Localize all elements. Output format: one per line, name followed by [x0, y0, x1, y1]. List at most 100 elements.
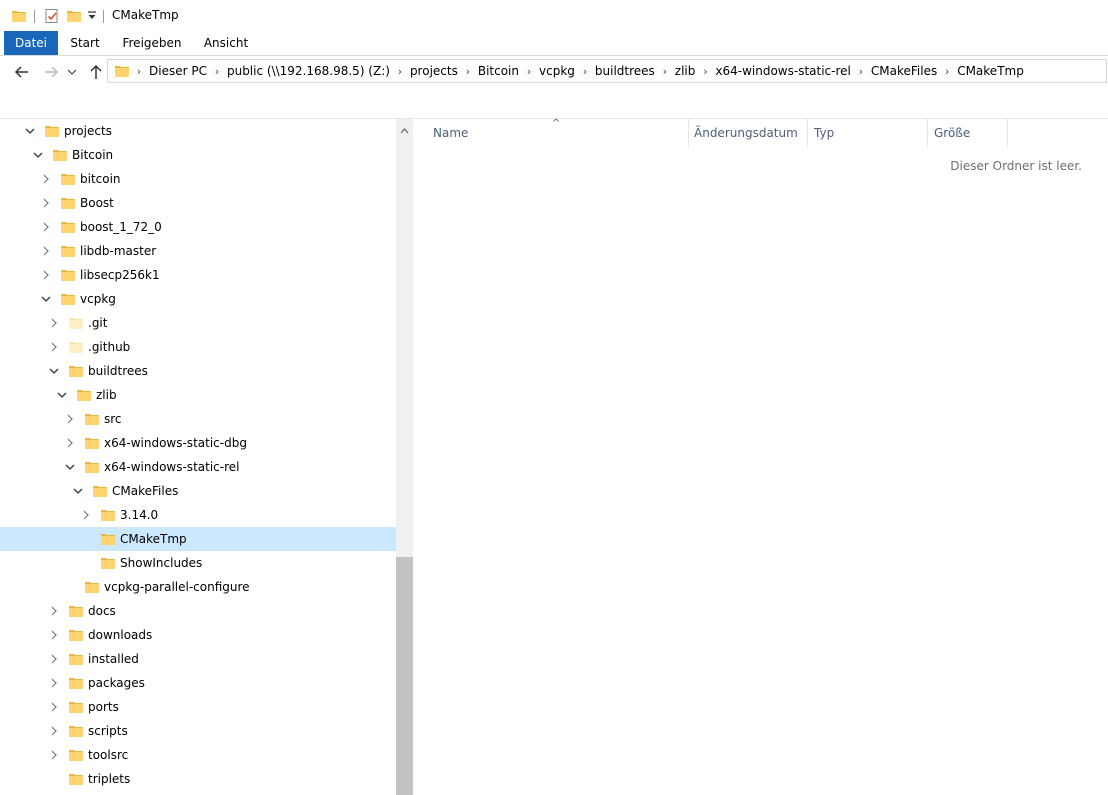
breadcrumb-separator-icon[interactable]: ›	[854, 65, 868, 78]
tree-item[interactable]: scripts	[0, 719, 396, 743]
chevron-right-icon[interactable]	[46, 743, 62, 767]
tree-item-label: downloads	[88, 628, 153, 642]
tree-item[interactable]: toolsrc	[0, 743, 396, 767]
tree-item[interactable]: docs	[0, 599, 396, 623]
chevron-down-icon[interactable]	[38, 287, 54, 311]
tab-freigeben[interactable]: Freigeben	[116, 31, 188, 55]
tree-item[interactable]: projects	[0, 119, 396, 143]
folder-icon	[100, 531, 116, 547]
forward-arrow-icon[interactable]	[41, 62, 61, 82]
tree-item[interactable]: src	[0, 407, 396, 431]
chevron-down-icon[interactable]	[22, 119, 38, 143]
tree-item[interactable]: zlib	[0, 383, 396, 407]
chevron-right-icon[interactable]	[46, 695, 62, 719]
tree-item-label: ports	[88, 700, 119, 714]
chevron-down-icon[interactable]	[54, 383, 70, 407]
breadcrumb-separator-icon[interactable]: ›	[578, 65, 592, 78]
breadcrumb-separator-icon[interactable]: ›	[461, 65, 475, 78]
tree-item[interactable]: installed	[0, 647, 396, 671]
navigation-scrollbar[interactable]	[396, 119, 413, 795]
tree-item[interactable]: 3.14.0	[0, 503, 396, 527]
address-bar[interactable]: › Dieser PC › public (\\192.168.98.5) (Z:) ›…	[107, 59, 1107, 83]
tree-item-label: Bitcoin	[72, 148, 114, 162]
breadcrumb-separator-icon[interactable]: ›	[393, 65, 407, 78]
breadcrumb-item[interactable]: Bitcoin	[475, 64, 522, 78]
chevron-down-icon[interactable]	[62, 455, 78, 479]
tree-item[interactable]: vcpkg-parallel-configure	[0, 575, 396, 599]
chevron-right-icon[interactable]	[46, 623, 62, 647]
chevron-right-icon[interactable]	[46, 647, 62, 671]
tree-item[interactable]: bitcoin	[0, 167, 396, 191]
tree-item[interactable]: libsecp256k1	[0, 263, 396, 287]
navigation-pane: projects Bitcoin bitcoin Boost boost_1_72_0 l…	[0, 119, 396, 795]
tree-item[interactable]: x64-windows-static-rel	[0, 455, 396, 479]
tree-item[interactable]: .git	[0, 311, 396, 335]
chevron-right-icon[interactable]	[62, 407, 78, 431]
breadcrumb-separator-icon[interactable]: ›	[658, 65, 672, 78]
breadcrumb-item[interactable]: projects	[407, 64, 461, 78]
chevron-right-icon[interactable]	[38, 239, 54, 263]
breadcrumb-item[interactable]: buildtrees	[592, 64, 658, 78]
breadcrumb-item[interactable]: Dieser PC	[146, 64, 210, 78]
chevron-right-icon[interactable]	[38, 263, 54, 287]
tree-item[interactable]: packages	[0, 671, 396, 695]
tree-item[interactable]: downloads	[0, 623, 396, 647]
breadcrumb-item[interactable]: vcpkg	[536, 64, 578, 78]
chevron-down-icon[interactable]	[46, 359, 62, 383]
tree-item[interactable]: vcpkg	[0, 287, 396, 311]
tab-start[interactable]: Start	[62, 31, 108, 55]
tree-item[interactable]: Bitcoin	[0, 143, 396, 167]
tree-item[interactable]: boost_1_72_0	[0, 215, 396, 239]
chevron-down-icon[interactable]	[70, 479, 86, 503]
tree-item[interactable]: triplets	[0, 767, 396, 791]
tree-item[interactable]: Boost	[0, 191, 396, 215]
new-folder-icon[interactable]	[66, 8, 82, 27]
breadcrumb-item[interactable]: x64-windows-static-rel	[712, 64, 853, 78]
breadcrumb-item[interactable]: CMakeFiles	[868, 64, 940, 78]
tab-datei[interactable]: Datei	[4, 31, 58, 55]
chevron-right-icon[interactable]	[38, 215, 54, 239]
chevron-right-icon[interactable]	[46, 719, 62, 743]
properties-icon[interactable]	[44, 8, 60, 27]
customize-toolbar-icon[interactable]	[87, 9, 97, 26]
scroll-up-icon[interactable]	[400, 123, 409, 137]
breadcrumb-separator-icon[interactable]: ›	[522, 65, 536, 78]
column-separator[interactable]	[807, 119, 808, 147]
tree-item[interactable]: CMakeTmp	[0, 527, 396, 551]
column-separator[interactable]	[688, 119, 689, 147]
chevron-right-icon[interactable]	[46, 671, 62, 695]
breadcrumb-separator-icon[interactable]: ›	[132, 65, 146, 78]
breadcrumb-separator-icon[interactable]: ›	[698, 65, 712, 78]
breadcrumb-item[interactable]: CMakeTmp	[954, 64, 1027, 78]
up-arrow-icon[interactable]	[86, 62, 106, 82]
column-header-type[interactable]: Typ	[814, 119, 924, 147]
recent-locations-icon[interactable]	[66, 62, 78, 82]
tree-item[interactable]: x64-windows-static-dbg	[0, 431, 396, 455]
tree-item[interactable]: CMakeFiles	[0, 479, 396, 503]
chevron-right-icon[interactable]	[38, 167, 54, 191]
tree-item[interactable]: buildtrees	[0, 359, 396, 383]
column-separator[interactable]	[1007, 119, 1008, 147]
chevron-right-icon[interactable]	[62, 431, 78, 455]
tree-item[interactable]: ShowIncludes	[0, 551, 396, 575]
chevron-right-icon[interactable]	[78, 503, 94, 527]
chevron-right-icon[interactable]	[46, 599, 62, 623]
breadcrumb-item[interactable]: public (\\192.168.98.5) (Z:)	[224, 64, 393, 78]
column-header-date[interactable]: Änderungsdatum	[694, 119, 806, 147]
back-arrow-icon[interactable]	[12, 62, 32, 82]
tab-ansicht[interactable]: Ansicht	[196, 31, 256, 55]
chevron-down-icon[interactable]	[30, 143, 46, 167]
column-header-size[interactable]: Größe	[934, 119, 1004, 147]
ribbon-tabs: Datei Start Freigeben Ansicht	[0, 31, 1108, 56]
breadcrumb-item[interactable]: zlib	[672, 64, 699, 78]
chevron-right-icon[interactable]	[38, 191, 54, 215]
chevron-right-icon[interactable]	[46, 335, 62, 359]
breadcrumb-separator-icon[interactable]: ›	[940, 65, 954, 78]
breadcrumb-separator-icon[interactable]: ›	[210, 65, 224, 78]
scrollbar-thumb[interactable]	[396, 557, 413, 795]
chevron-right-icon[interactable]	[46, 311, 62, 335]
tree-item[interactable]: libdb-master	[0, 239, 396, 263]
column-separator[interactable]	[927, 119, 928, 147]
tree-item[interactable]: .github	[0, 335, 396, 359]
tree-item[interactable]: ports	[0, 695, 396, 719]
